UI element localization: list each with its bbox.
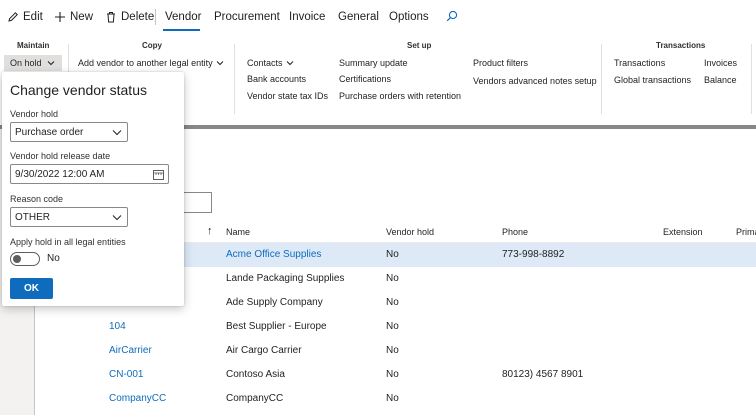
chevron-down-icon — [286, 58, 294, 68]
filter-input[interactable] — [184, 192, 212, 213]
toggle-knob — [13, 255, 21, 263]
purchase-orders-retention-button[interactable]: Purchase orders with retention — [339, 91, 461, 101]
vendor-account-link[interactable]: 104 — [109, 321, 126, 332]
contacts-button[interactable]: Contacts — [247, 58, 294, 68]
ok-button[interactable]: OK — [10, 278, 53, 299]
plus-icon — [54, 11, 66, 23]
reason-code-select[interactable]: OTHER — [10, 207, 128, 227]
tab-general[interactable]: General — [338, 11, 379, 23]
column-header-phone[interactable]: Phone — [502, 227, 528, 237]
product-filters-button[interactable]: Product filters — [473, 58, 528, 68]
invoices-button[interactable]: Invoices — [704, 58, 737, 68]
column-header-name[interactable]: Name — [226, 227, 250, 237]
vendors-advanced-notes-button[interactable]: Vendors advanced notes setup — [473, 76, 597, 86]
release-date-field[interactable]: 9/30/2022 12:00 AM — [10, 164, 169, 184]
vendor-name-cell: CompanyCC — [226, 393, 284, 404]
vendor-account-link[interactable]: CompanyCC — [109, 393, 166, 404]
release-date-value: 9/30/2022 12:00 AM — [15, 168, 105, 180]
phone-cell: 773-998-8892 — [502, 249, 565, 260]
vendor-hold-cell: No — [386, 297, 399, 308]
add-vendor-label: Add vendor to another legal entity — [78, 58, 213, 68]
vendor-account-link[interactable]: CN-001 — [109, 369, 143, 380]
divider — [155, 9, 156, 25]
vendor-hold-cell: No — [386, 345, 399, 356]
tab-procurement[interactable]: Procurement — [214, 11, 280, 23]
command-bar: Edit New Delete Vendor Procurement Invoi… — [0, 0, 756, 34]
sort-ascending-icon[interactable]: ↑ — [207, 225, 213, 237]
vendor-name-cell: Lande Packaging Supplies — [226, 273, 345, 284]
phone-cell: 80123) 4567 8901 — [502, 369, 584, 380]
group-title-transactions: Transactions — [656, 41, 706, 50]
pencil-icon — [7, 11, 19, 23]
new-label: New — [70, 11, 94, 23]
apply-all-toggle[interactable] — [10, 252, 40, 266]
dialog-title: Change vendor status — [10, 82, 147, 98]
column-header-vendor-hold[interactable]: Vendor hold — [386, 227, 434, 237]
vendor-name-cell: Ade Supply Company — [226, 297, 323, 308]
table-row[interactable]: 104 Best Supplier - Europe No — [35, 315, 756, 339]
chevron-down-icon — [47, 58, 55, 68]
summary-update-button[interactable]: Summary update — [339, 58, 408, 68]
vendor-hold-cell: No — [386, 369, 399, 380]
chevron-down-icon — [112, 213, 122, 224]
vendor-state-tax-ids-button[interactable]: Vendor state tax IDs — [247, 91, 328, 101]
vendor-name-cell: Best Supplier - Europe — [226, 321, 327, 332]
group-divider — [601, 44, 602, 114]
column-header-extension[interactable]: Extension — [663, 227, 703, 237]
contacts-label: Contacts — [247, 58, 283, 68]
new-button[interactable]: New — [54, 11, 93, 23]
group-title-maintain: Maintain — [17, 41, 50, 50]
table-row[interactable]: CN-001 Contoso Asia No 80123) 4567 8901 — [35, 363, 756, 387]
balance-button[interactable]: Balance — [704, 75, 737, 85]
vendor-name-cell: Contoso Asia — [226, 369, 285, 380]
group-divider — [234, 44, 235, 114]
column-header-primary[interactable]: Prima — [736, 227, 756, 237]
certifications-button[interactable]: Certifications — [339, 74, 391, 84]
tab-options[interactable]: Options — [389, 11, 429, 23]
vendor-hold-select[interactable]: Purchase order — [10, 122, 128, 142]
reason-code-label: Reason code — [10, 194, 64, 204]
group-divider — [751, 44, 752, 114]
chevron-down-icon — [216, 58, 224, 68]
reason-code-value: OTHER — [15, 211, 50, 223]
search-icon[interactable] — [446, 10, 458, 22]
delete-button[interactable]: Delete — [105, 11, 154, 23]
tab-invoice[interactable]: Invoice — [289, 11, 325, 23]
table-row[interactable]: AirCarrier Air Cargo Carrier No — [35, 339, 756, 363]
release-date-label: Vendor hold release date — [10, 151, 111, 161]
bank-accounts-button[interactable]: Bank accounts — [247, 74, 306, 84]
apply-all-toggle-text: No — [47, 253, 60, 264]
vendor-account-link[interactable]: AirCarrier — [109, 345, 152, 356]
apply-all-label: Apply hold in all legal entities — [10, 237, 126, 247]
chevron-down-icon — [112, 128, 122, 139]
edit-label: Edit — [23, 11, 43, 23]
group-title-setup: Set up — [407, 41, 432, 50]
vendor-hold-label: Vendor hold — [10, 109, 59, 119]
on-hold-button[interactable]: On hold — [4, 55, 62, 71]
global-transactions-button[interactable]: Global transactions — [614, 75, 691, 85]
group-title-copy: Copy — [142, 41, 162, 50]
vendor-hold-cell: No — [386, 249, 399, 260]
calendar-icon[interactable] — [153, 169, 164, 183]
vendor-hold-cell: No — [386, 321, 399, 332]
delete-label: Delete — [121, 11, 155, 23]
tab-vendor[interactable]: Vendor — [165, 11, 201, 23]
active-tab-indicator — [163, 29, 200, 31]
vendor-hold-cell: No — [386, 393, 399, 404]
change-vendor-status-dialog: Change vendor status Vendor hold Purchas… — [2, 72, 184, 306]
transactions-button[interactable]: Transactions — [614, 58, 665, 68]
table-row[interactable]: CompanyCC CompanyCC No — [35, 387, 756, 411]
add-vendor-to-legal-entity-button[interactable]: Add vendor to another legal entity — [78, 58, 224, 68]
vendor-name-cell[interactable]: Acme Office Supplies — [226, 249, 321, 260]
vendor-name-cell: Air Cargo Carrier — [226, 345, 302, 356]
vendor-hold-cell: No — [386, 273, 399, 284]
edit-button[interactable]: Edit — [7, 11, 43, 23]
vendor-hold-value: Purchase order — [15, 126, 84, 138]
on-hold-label: On hold — [10, 58, 42, 68]
trash-icon — [105, 11, 117, 23]
